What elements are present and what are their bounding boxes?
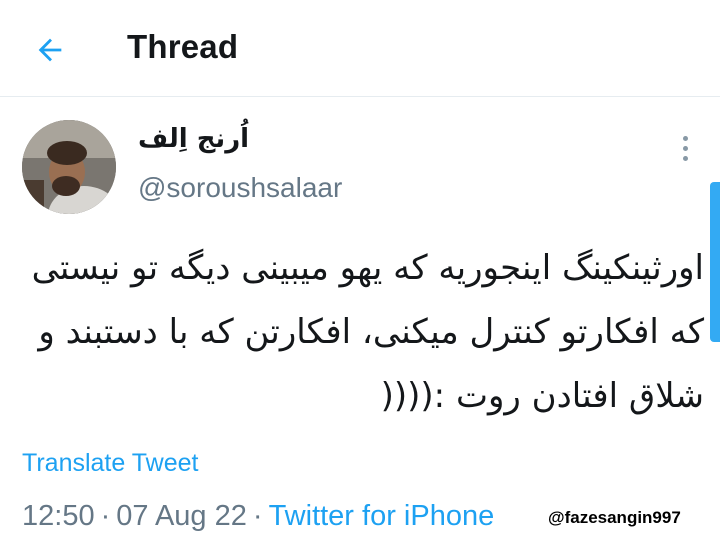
tweet-source-link[interactable]: Twitter for iPhone (269, 500, 495, 532)
arrow-left-icon (38, 38, 62, 62)
tweet-thread-screen: Thread اُرنج اِلف @soroushsalaar اورثینک… (0, 0, 720, 554)
avatar-image (22, 120, 116, 214)
more-vertical-icon-dot (682, 155, 688, 161)
display-name[interactable]: اُرنج اِلف (138, 124, 249, 154)
user-handle[interactable]: @soroushsalaar (138, 172, 342, 204)
tweet-meta: 12:50 · 07 Aug 22 · Twitter for iPhone (22, 500, 494, 533)
scrollbar[interactable] (710, 182, 720, 342)
header: Thread (0, 0, 720, 97)
tweet-date: 07 Aug 22 (116, 500, 247, 532)
tweet-text: اورثینکینگ اینجوریه که یهو میبینی دیگه ت… (31, 248, 704, 416)
more-vertical-icon (682, 135, 688, 141)
back-button[interactable] (28, 28, 72, 72)
page-title: Thread (127, 28, 239, 65)
more-options-button[interactable] (672, 130, 698, 166)
avatar[interactable] (22, 120, 116, 214)
tweet-time: 12:50 (22, 500, 95, 532)
meta-separator: · (100, 500, 111, 532)
watermark: @fazesangin997 (548, 508, 681, 527)
more-vertical-icon-dot (682, 145, 688, 151)
translate-tweet-link[interactable]: Translate Tweet (22, 449, 198, 478)
meta-separator: · (252, 500, 263, 532)
